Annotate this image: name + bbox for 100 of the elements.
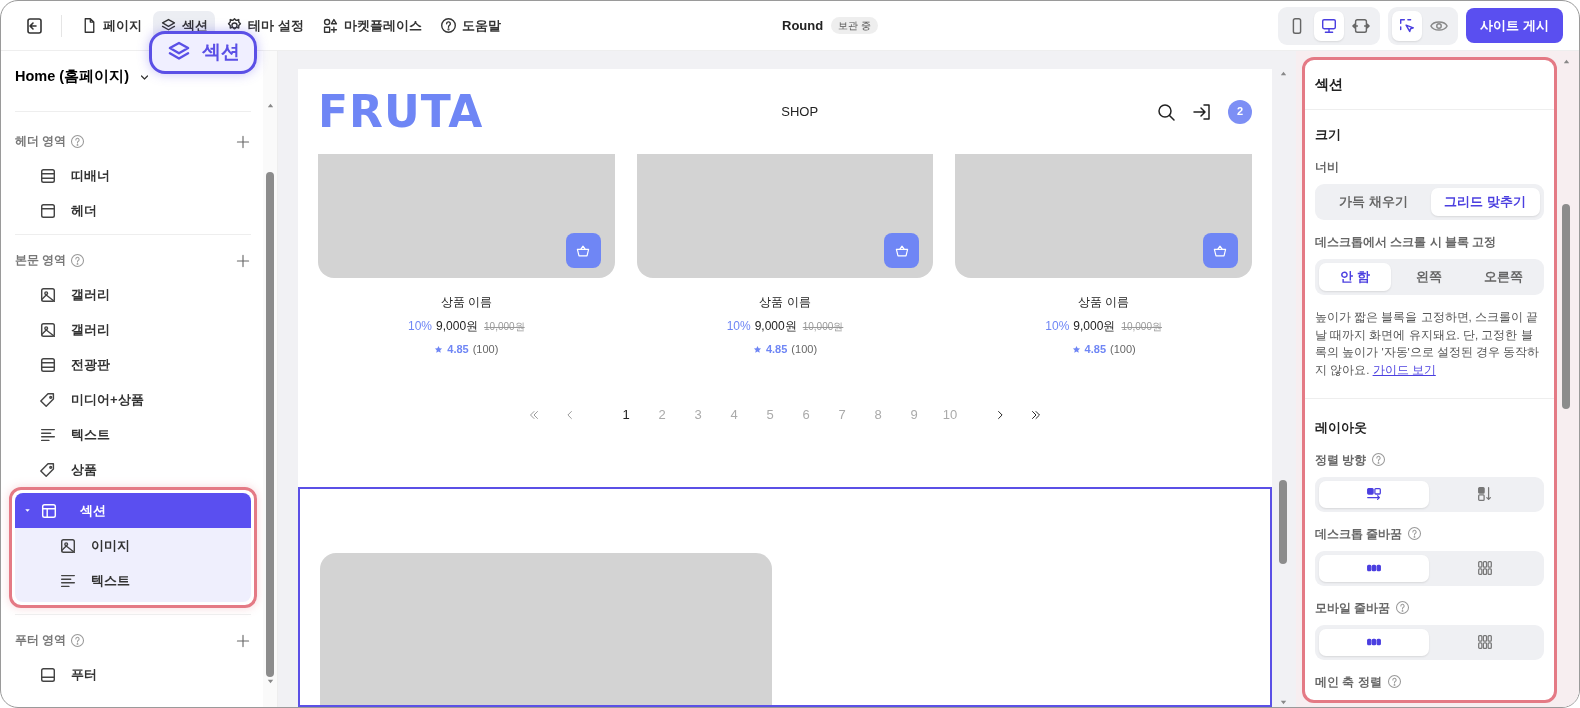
layer-item[interactable]: 텍스트 [15, 563, 251, 598]
segment-option[interactable] [1319, 554, 1429, 582]
help-icon [1386, 674, 1402, 690]
original-price: 10,000원 [1121, 320, 1162, 334]
exit-icon [24, 15, 44, 36]
scroll-up-arrow-icon [265, 101, 275, 110]
discount-rate: 10% [1045, 318, 1070, 335]
group-title: 본문 영역 [15, 252, 67, 269]
image-icon [39, 320, 57, 339]
original-price: 10,000원 [802, 320, 844, 334]
footer-icon [39, 665, 57, 684]
help-icon [439, 17, 457, 34]
fit-width-icon [1352, 16, 1371, 35]
field-label: 너비 [1315, 158, 1340, 176]
star-icon [434, 344, 444, 354]
product-name: 상품 이름 [759, 294, 811, 311]
layer-item[interactable]: 이미지 [15, 528, 251, 563]
section-heading: 크기 [1315, 127, 1342, 144]
product-price: 9,000원 [754, 318, 797, 335]
rows-icon [39, 166, 57, 185]
layer-item[interactable]: 텍스트 [15, 417, 251, 452]
section-heading: 레이아웃 [1315, 420, 1368, 437]
product-price: 9,000원 [436, 318, 479, 335]
add-to-cart-button[interactable] [565, 233, 601, 268]
help-text: 높이가 짧은 블록을 고정하면, 스크롤이 끝날 때까지 화면에 유지돼요. 단, 고정한 블록의 높이가 '자동'으로 설정된 경우 동작하지 않아요. 가이드 보기 [1315, 309, 1541, 379]
document-title: Round [782, 16, 824, 35]
segment-option[interactable]: 오른쪽 [1467, 262, 1540, 291]
help-icon [70, 252, 86, 268]
nav-tab[interactable]: 마켓플레이스 [314, 10, 429, 41]
layer-item[interactable]: 갤러리 [15, 277, 251, 312]
plus-icon [235, 632, 251, 649]
select-icon [1398, 16, 1417, 35]
layer-item[interactable]: 미디어+상품 [15, 382, 251, 417]
layer-item[interactable]: 섹션 [15, 493, 251, 528]
product-name: 상품 이름 [1078, 294, 1130, 311]
help-icon [70, 133, 86, 149]
scrollbar-thumb[interactable] [266, 172, 274, 677]
layer-item[interactable]: 전광판 [15, 347, 251, 382]
review-count: (100) [472, 342, 499, 357]
discount-rate: 10% [408, 318, 433, 335]
help-icon [1407, 526, 1423, 542]
device-toggle[interactable] [1314, 10, 1345, 41]
view-mode-toggle[interactable] [1392, 10, 1423, 41]
page-number[interactable]: 1 [608, 403, 644, 425]
layer-item[interactable]: 띠배너 [15, 158, 251, 193]
window-icon [39, 201, 57, 220]
product-name: 상품 이름 [440, 294, 492, 311]
tag-icon [39, 390, 57, 409]
layer-item[interactable]: 상품 [15, 452, 251, 487]
plus-icon [235, 133, 251, 150]
segment-option[interactable]: 왼쪽 [1393, 262, 1466, 291]
field-label: 정렬 방향 [1315, 451, 1367, 469]
segment-option[interactable]: 가득 채우기 [1319, 187, 1429, 216]
layer-item[interactable]: 푸터 [15, 657, 251, 692]
caret-icon [23, 506, 32, 515]
scrollbar-thumb[interactable] [1562, 204, 1570, 409]
desktop-icon [1320, 16, 1339, 35]
help-icon [1371, 452, 1387, 468]
field-label: 데스크톱에서 스크롤 시 블록 고정 [1315, 233, 1498, 251]
field-label: 데스크톱 줄바꿈 [1315, 525, 1403, 543]
status-badge: 보관 중 [831, 17, 878, 34]
shop-menu-link[interactable]: SHOP [483, 101, 1156, 122]
segment-option[interactable]: 안 함 [1319, 262, 1392, 291]
panel-title: 섹션 [1305, 60, 1554, 110]
guide-link[interactable]: 가이드 보기 [1372, 364, 1436, 377]
section-tooltip: 섹션 [149, 31, 257, 74]
multi-row-icon [1476, 633, 1495, 652]
original-price: 10,000원 [484, 320, 525, 334]
review-count: (100) [1110, 342, 1136, 357]
layout-icon [40, 501, 58, 520]
layer-item[interactable]: 헤더 [15, 193, 251, 228]
help-icon [70, 632, 86, 648]
tag-icon [39, 460, 57, 479]
shapes-icon [321, 17, 339, 34]
segment-option[interactable]: 그리드 맞추기 [1430, 187, 1540, 216]
rating: 4.85 [447, 342, 469, 357]
nav-tab[interactable]: 도움말 [432, 10, 508, 41]
field-label: 메인 축 정렬 [1315, 673, 1382, 691]
nav-tab[interactable]: 페이지 [74, 10, 149, 41]
segment-option[interactable] [1319, 628, 1429, 656]
page-selector[interactable]: Home (홈페이지) [15, 63, 152, 91]
image-icon [39, 285, 57, 304]
scrollbar-thumb[interactable] [1279, 480, 1287, 564]
group-title: 헤더 영역 [15, 133, 67, 150]
image-icon [59, 536, 77, 555]
discount-rate: 10% [726, 318, 751, 335]
layer-item[interactable]: 갤러리 [15, 312, 251, 347]
scroll-up-arrow-icon [1278, 69, 1288, 78]
scroll-down-arrow-icon [1278, 698, 1288, 707]
add-to-cart-button[interactable] [884, 233, 920, 268]
scroll-up-arrow-icon [1561, 57, 1571, 66]
segment-option[interactable] [1319, 480, 1429, 508]
search-icon [1156, 101, 1176, 122]
rows-icon [39, 355, 57, 374]
help-icon [1395, 600, 1411, 616]
add-to-cart-button[interactable] [1203, 233, 1238, 268]
star-icon [1071, 344, 1081, 354]
publish-button[interactable]: 사이트 게시 [1466, 7, 1563, 44]
rating: 4.85 [1084, 342, 1106, 357]
multi-row-icon [1476, 559, 1495, 578]
